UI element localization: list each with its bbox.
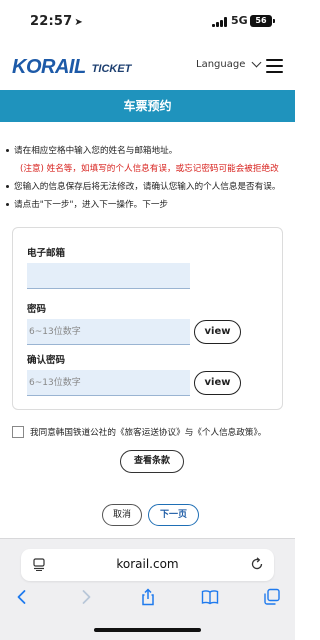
book-icon[interactable] — [201, 588, 219, 606]
email-label: 电子邮箱 — [27, 248, 66, 259]
address-bar[interactable]: korail.com — [21, 549, 274, 581]
battery-icon: 56 — [250, 15, 275, 27]
language-selector[interactable]: Language — [196, 57, 262, 70]
confirm-password-field[interactable] — [27, 370, 190, 396]
page-title: 车票预约 — [0, 90, 295, 122]
reservation-form: 电子邮箱 密码 view 确认密码 view — [12, 227, 283, 410]
clock: 22:57 — [30, 14, 73, 29]
bullet — [6, 149, 9, 152]
notice-item: 请点击"下一步"，进入下一操作。下一步 — [6, 196, 295, 214]
logo-main-text: KORAIL — [12, 55, 86, 78]
share-icon[interactable] — [139, 588, 157, 606]
agreement-row: 我同意韩国铁道公社的《旅客运送协议》与《个人信息政策》。 — [12, 426, 266, 438]
hamburger-menu-icon[interactable] — [266, 59, 283, 73]
cancel-button[interactable]: 取消 — [102, 504, 142, 526]
notice-warning: (注意) 姓名等，如填写的个人信息有误，或忘记密码可能会被拒绝改 — [20, 164, 279, 174]
site-header: KORAIL TICKET Language — [0, 44, 295, 90]
bullet — [6, 203, 9, 206]
network-type: 5G — [231, 14, 248, 27]
back-arrow-icon[interactable] — [13, 588, 31, 606]
view-terms-button[interactable]: 查看条款 — [120, 450, 184, 473]
language-label: Language — [196, 59, 246, 70]
password-field[interactable] — [27, 319, 190, 345]
url-text: korail.com — [116, 557, 179, 571]
password-label: 密码 — [27, 304, 47, 315]
location-arrow-icon: ➤ — [74, 17, 83, 28]
status-time: 22:57 ➤ — [30, 14, 83, 29]
korail-logo[interactable]: KORAIL TICKET — [12, 55, 132, 78]
cellular-signal-icon — [212, 17, 228, 27]
password-view-button[interactable]: view — [194, 320, 241, 344]
chevron-down-icon — [251, 57, 262, 68]
notice-list: 请在相应空格中输入您的姓名与邮箱地址。 (注意) 姓名等，如填写的个人信息有误，… — [6, 142, 295, 214]
status-bar: 22:57 ➤ 5G 56 — [0, 0, 295, 44]
tabs-icon[interactable] — [263, 588, 281, 606]
logo-sub-text: TICKET — [91, 62, 132, 75]
next-button[interactable]: 下一页 — [148, 504, 199, 526]
forward-arrow-icon[interactable] — [77, 588, 95, 606]
notice-item: 您输入的信息保存后将无法修改，请确认您输入的个人信息是否有误。 — [6, 178, 295, 196]
agree-checkbox[interactable] — [12, 426, 24, 438]
confirm-password-view-button[interactable]: view — [194, 371, 241, 395]
notice-item: 请在相应空格中输入您的姓名与邮箱地址。 — [6, 142, 295, 160]
bullet — [6, 185, 9, 188]
home-indicator[interactable] — [94, 628, 201, 632]
confirm-password-label: 确认密码 — [27, 355, 66, 366]
email-field[interactable] — [27, 263, 190, 289]
reload-icon[interactable] — [250, 557, 264, 571]
agreement-text: 我同意韩国铁道公社的《旅客运送协议》与《个人信息政策》。 — [30, 428, 267, 438]
